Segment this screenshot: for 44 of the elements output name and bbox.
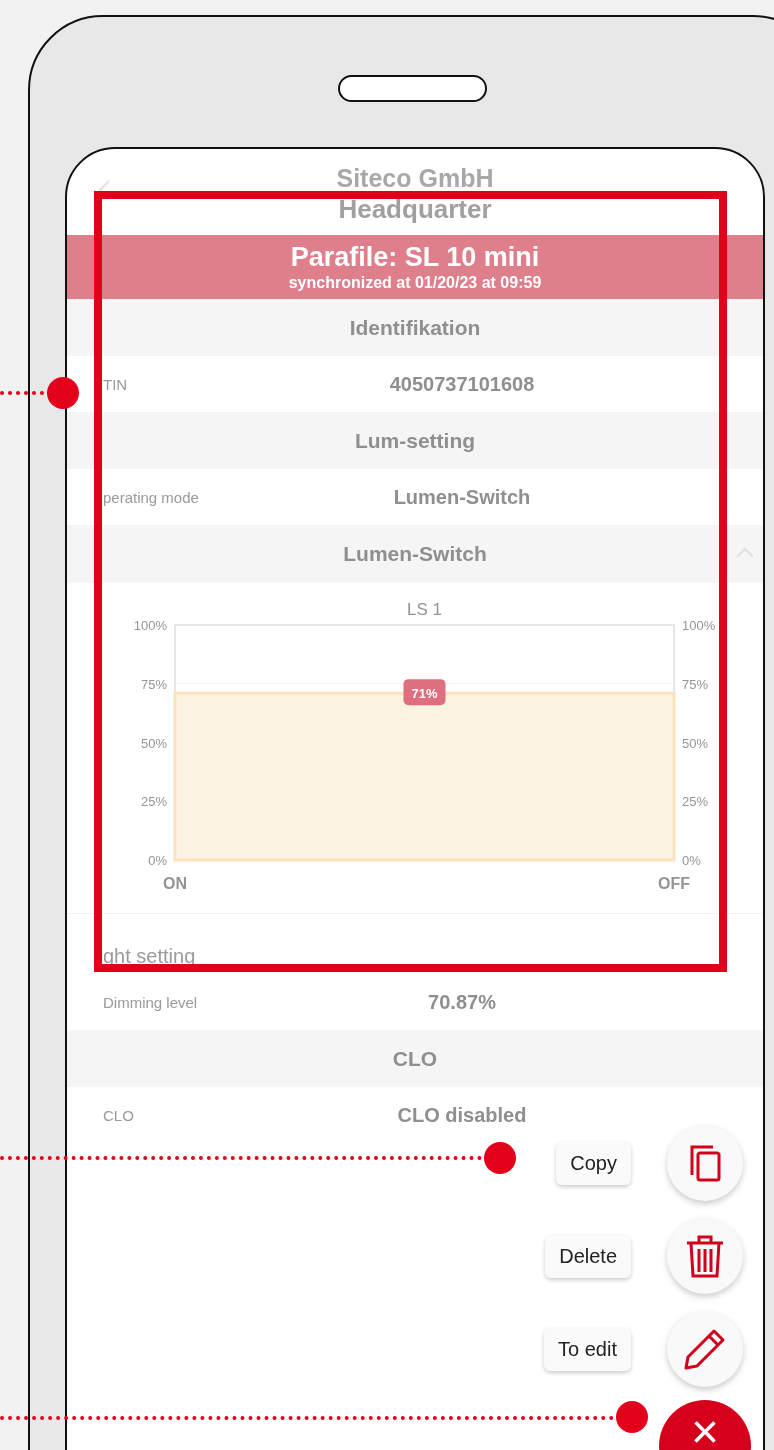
field-value: CLO disabled	[396, 1103, 528, 1127]
axis-tick-label: 0%	[148, 853, 167, 868]
axis-tick-label: 75%	[140, 676, 167, 692]
section-header[interactable]: Lum-setting	[67, 412, 763, 469]
value-label: 71%	[403, 679, 446, 706]
field-value: 4050737101608	[388, 372, 536, 396]
pencil-icon	[683, 1327, 727, 1371]
site-title: Headquarter	[338, 193, 492, 225]
axis-tick-label: 25%	[682, 794, 709, 810]
delete-button[interactable]	[667, 1218, 743, 1294]
action-label-button[interactable]: Delete	[545, 1234, 631, 1278]
action-label-button[interactable]: Copy	[556, 1141, 631, 1185]
axis-tick-label: 50%	[682, 735, 709, 751]
section-header[interactable]: Lumen-Switch	[67, 525, 763, 582]
field-value: Lumen-Switch	[392, 485, 532, 509]
action-label-button[interactable]: To edit	[544, 1327, 631, 1371]
field-value: 70.87%	[427, 990, 497, 1014]
edit-button[interactable]	[667, 1311, 743, 1387]
axis-category-label: OFF	[658, 875, 690, 892]
axis-tick-label: 50%	[140, 735, 167, 751]
section-title: Identifikation	[349, 315, 481, 340]
section-title: Lumen-Switch	[343, 541, 487, 566]
field-label: perating mode	[102, 488, 200, 506]
copy-icon	[688, 1143, 722, 1183]
axis-category-label: ON	[163, 875, 187, 892]
axis-tick-label: 100%	[133, 618, 167, 633]
trash-icon	[685, 1234, 725, 1278]
company-title: Siteco GmbH	[336, 163, 494, 193]
axis-tick-label: 25%	[140, 794, 167, 810]
sync-status: synchronized at 01/20/23 at 09:59	[288, 273, 542, 293]
axis-tick-label: 0%	[682, 853, 701, 868]
copy-button[interactable]	[667, 1125, 743, 1201]
axis-tick-label: 75%	[682, 676, 709, 692]
section-header[interactable]: Identifikation	[67, 299, 763, 356]
section-title: Lum-setting	[354, 428, 476, 453]
field-label: CLO	[102, 1106, 135, 1124]
field-label: TIN	[102, 375, 129, 393]
chart-title: LS 1	[407, 600, 442, 619]
section-header[interactable]: CLO	[67, 1030, 763, 1087]
field-label: Dimming level	[102, 993, 199, 1011]
axis-tick-label: 100%	[682, 618, 716, 633]
file-title: Parafile: SL 10 mini	[290, 241, 540, 273]
section-title: CLO	[392, 1046, 438, 1071]
close-button[interactable]: ×	[659, 1400, 751, 1450]
